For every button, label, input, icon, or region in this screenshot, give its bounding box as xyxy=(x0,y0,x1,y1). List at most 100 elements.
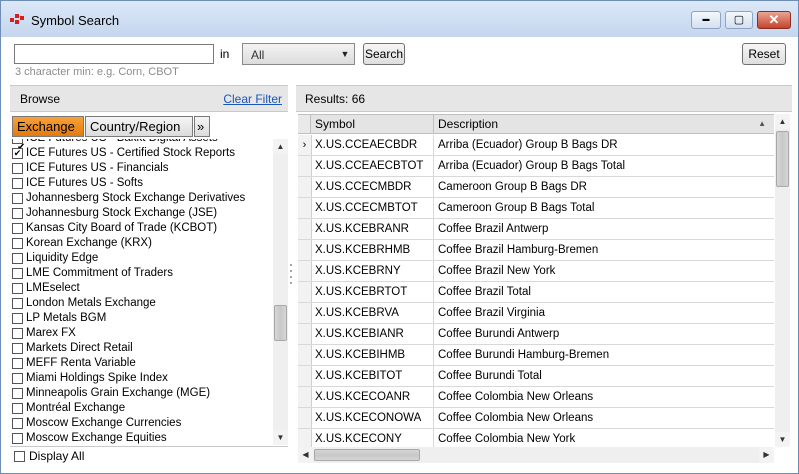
display-all-label: Display All xyxy=(29,449,85,463)
exchange-checkbox[interactable] xyxy=(12,313,23,324)
description-cell: Coffee Burundi Antwerp xyxy=(438,328,560,340)
exchange-checkbox[interactable] xyxy=(12,373,23,384)
exchange-checkbox[interactable] xyxy=(12,328,23,339)
chevron-down-icon: ▼ xyxy=(340,49,350,59)
symbol-cell: X.US.KCEBRVA xyxy=(311,303,434,323)
table-row[interactable]: X.US.KCEBRVA Coffee Brazil Virginia xyxy=(298,303,774,324)
results-count-label: Results: 66 xyxy=(305,92,366,106)
exchange-checkbox[interactable] xyxy=(12,388,23,399)
exchange-checkbox[interactable] xyxy=(12,208,23,219)
splitter-grip-icon[interactable] xyxy=(289,262,293,290)
maximize-button[interactable]: ▢ xyxy=(725,11,753,29)
exchange-label: Miami Holdings Spike Index xyxy=(26,372,168,384)
exchange-checkbox[interactable] xyxy=(12,418,23,429)
exchange-label: LP Metals BGM xyxy=(26,312,107,324)
tab-exchange[interactable]: Exchange ✔ xyxy=(12,116,84,153)
column-header-description[interactable]: Description ▲ xyxy=(434,115,774,133)
exchange-checkbox[interactable] xyxy=(12,343,23,354)
symbol-cell: X.US.KCEBRHMB xyxy=(311,240,434,260)
sort-ascending-icon: ▲ xyxy=(758,119,766,128)
exchange-label: Johannesburg Stock Exchange (JSE) xyxy=(26,207,218,219)
exchange-checkbox[interactable] xyxy=(12,358,23,369)
symbol-search-window: Symbol Search ▬ ▢ ✕ in 3 character min: … xyxy=(0,0,799,474)
results-vertical-scrollbar[interactable]: ▲ ▼ xyxy=(775,114,790,447)
row-marker-header xyxy=(298,115,311,133)
scroll-right-arrow-icon[interactable]: ▶ xyxy=(759,447,774,463)
minimize-button[interactable]: ▬ xyxy=(691,11,721,29)
table-row[interactable]: › X.US.CCEAECBDR Arriba (Ecuador) Group B … xyxy=(298,135,774,156)
exchange-checkbox[interactable]: ✔ xyxy=(12,148,23,159)
scroll-up-arrow-icon[interactable]: ▲ xyxy=(273,139,288,154)
symbol-cell: X.US.KCECONOWA xyxy=(311,408,434,428)
title-bar[interactable]: Symbol Search ▬ ▢ ✕ xyxy=(1,1,798,37)
table-row[interactable]: X.US.KCECONOWA Coffee Colombia New Orlean… xyxy=(298,408,774,429)
exchange-label: ICE Futures US - Bakkt Digital Assets xyxy=(26,139,218,146)
row-marker xyxy=(298,261,312,281)
table-row[interactable]: X.US.KCEBRHMB Coffee Brazil Hamburg-Breme… xyxy=(298,240,774,261)
reset-button[interactable]: Reset xyxy=(742,43,786,65)
table-row[interactable]: X.US.CCECMBTOT Cameroon Group B Bags Tota… xyxy=(298,198,774,219)
scroll-thumb[interactable] xyxy=(776,131,789,187)
close-icon: ✕ xyxy=(768,12,780,27)
table-row[interactable]: X.US.CCECMBDR Cameroon Group B Bags DR xyxy=(298,177,774,198)
exchange-checkbox[interactable] xyxy=(12,193,23,204)
results-horizontal-scrollbar[interactable]: ◀ ▶ xyxy=(298,447,774,463)
exchange-checkbox[interactable] xyxy=(12,253,23,264)
exchange-checkbox[interactable] xyxy=(12,238,23,249)
table-row[interactable]: X.US.KCEBIHMB Coffee Burundi Hamburg-Brem… xyxy=(298,345,774,366)
symbol-cell: X.US.CCEAECBTOT xyxy=(311,156,434,176)
row-marker xyxy=(298,324,312,344)
exchange-checkbox[interactable] xyxy=(12,163,23,174)
clear-filter-link[interactable]: Clear Filter xyxy=(223,92,282,106)
symbol-cell: X.US.CCECMBTOT xyxy=(311,198,434,218)
table-row[interactable]: X.US.KCEBITOT Coffee Burundi Total xyxy=(298,366,774,387)
symbol-cell: X.US.KCEBITOT xyxy=(311,366,434,386)
scroll-thumb[interactable] xyxy=(314,449,420,461)
scroll-left-arrow-icon[interactable]: ◀ xyxy=(298,447,313,463)
description-cell: Coffee Burundi Total xyxy=(438,370,542,382)
scroll-down-arrow-icon[interactable]: ▼ xyxy=(273,430,288,445)
table-row[interactable]: X.US.KCECOANR Coffee Colombia New Orleans xyxy=(298,387,774,408)
description-cell: Coffee Colombia New Orleans xyxy=(438,391,594,403)
exchange-checkbox[interactable] xyxy=(12,139,23,144)
current-row-arrow-icon: › xyxy=(298,135,312,155)
exchange-checkbox[interactable] xyxy=(12,298,23,309)
exchange-checkbox[interactable] xyxy=(12,268,23,279)
more-tabs-button[interactable]: » xyxy=(194,116,210,137)
display-all-row: Display All xyxy=(10,446,288,465)
table-row[interactable]: X.US.KCEBIANR Coffee Burundi Antwerp xyxy=(298,324,774,345)
display-all-checkbox[interactable] xyxy=(14,451,25,462)
exchange-label: Minneapolis Grain Exchange (MGE) xyxy=(26,387,211,399)
table-row[interactable]: X.US.KCEBRANR Coffee Brazil Antwerp xyxy=(298,219,774,240)
double-chevron-right-icon: » xyxy=(197,119,205,134)
search-button[interactable]: Search xyxy=(363,43,405,65)
column-header-symbol[interactable]: Symbol xyxy=(311,115,434,133)
browse-header: Browse Clear Filter xyxy=(10,85,288,112)
exchange-dropdown[interactable]: All ▼ xyxy=(242,43,355,65)
tab-country-region[interactable]: Country/Region xyxy=(85,116,193,137)
close-button[interactable]: ✕ xyxy=(757,11,791,29)
exchange-checkbox[interactable] xyxy=(12,403,23,414)
table-row[interactable]: X.US.KCEBRNY Coffee Brazil New York xyxy=(298,261,774,282)
table-row[interactable]: X.US.KCEBRTOT Coffee Brazil Total xyxy=(298,282,774,303)
exchange-checkbox[interactable] xyxy=(12,283,23,294)
description-cell: Cameroon Group B Bags Total xyxy=(438,202,595,214)
symbol-cell: X.US.KCECONY xyxy=(311,429,434,449)
exchange-list-scrollbar[interactable]: ▲ ▼ xyxy=(273,139,288,445)
row-marker xyxy=(298,345,312,365)
tab-exchange-label: Exchange xyxy=(17,119,75,134)
scroll-up-arrow-icon[interactable]: ▲ xyxy=(775,114,790,129)
table-row[interactable]: X.US.CCEAECBTOT Arriba (Ecuador) Group B … xyxy=(298,156,774,177)
description-cell: Coffee Colombia New York xyxy=(438,433,576,445)
scroll-thumb[interactable] xyxy=(274,305,287,341)
description-cell: Coffee Brazil Total xyxy=(438,286,531,298)
search-input[interactable] xyxy=(14,44,214,64)
exchange-checkbox[interactable] xyxy=(12,178,23,189)
scroll-down-arrow-icon[interactable]: ▼ xyxy=(775,432,790,447)
row-marker xyxy=(298,240,312,260)
exchange-checkbox[interactable] xyxy=(12,223,23,234)
symbol-cell: X.US.KCEBRNY xyxy=(311,261,434,281)
exchange-checkbox[interactable] xyxy=(12,433,23,444)
row-marker xyxy=(298,408,312,428)
exchange-label: Korean Exchange (KRX) xyxy=(26,237,152,249)
